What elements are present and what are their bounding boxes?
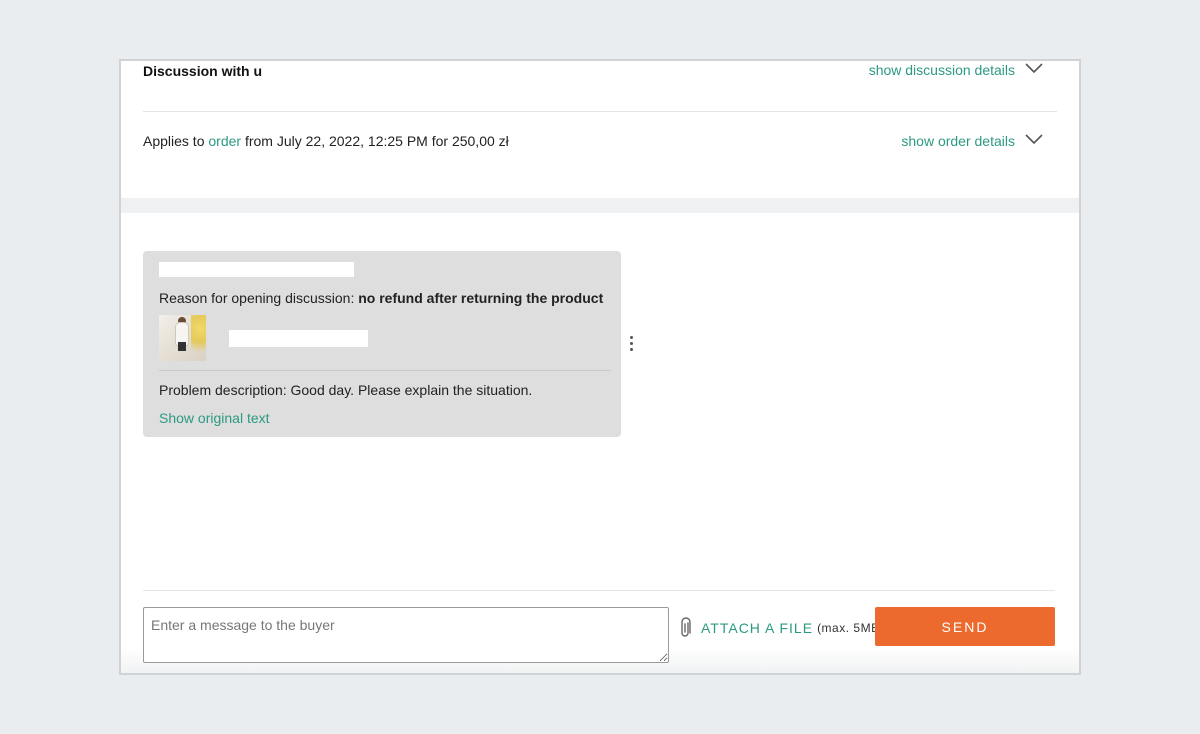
show-discussion-details-label: show discussion details — [868, 62, 1015, 78]
paperclip-icon — [681, 617, 691, 637]
show-original-text-link[interactable]: Show original text — [159, 410, 270, 426]
discussion-panel: Discussion with u show discussion detail… — [119, 59, 1081, 675]
order-link[interactable]: order — [208, 133, 241, 149]
show-order-details-label: show order details — [901, 133, 1015, 149]
order-applies-prefix: Applies to — [143, 133, 209, 149]
discussion-title: Discussion with u — [143, 63, 263, 79]
show-order-details-toggle[interactable]: show order details — [901, 132, 1043, 150]
kebab-menu-icon[interactable] — [626, 333, 638, 353]
attach-file-button[interactable]: ATTACH A FILE (max. 5MB) — [677, 617, 884, 639]
chevron-down-icon — [1025, 134, 1043, 145]
redacted-product-name — [229, 330, 368, 347]
chevron-down-icon — [1025, 63, 1043, 74]
discussion-header: Discussion with u show discussion detail… — [143, 61, 1057, 112]
reason-prefix: Reason for opening discussion: — [159, 290, 359, 306]
discussion-reason: Reason for opening discussion: no refund… — [159, 290, 603, 306]
order-applies-suffix: from July 22, 2022, 12:25 PM for 250,00 … — [241, 133, 509, 149]
product-thumbnail[interactable] — [159, 315, 206, 361]
section-divider — [121, 198, 1079, 213]
attach-file-label: ATTACH A FILE — [701, 620, 814, 636]
order-info-row: Applies to order from July 22, 2022, 12:… — [143, 112, 1057, 198]
show-discussion-details-toggle[interactable]: show discussion details — [869, 61, 1043, 79]
reason-value: no refund after returning the product — [358, 290, 604, 306]
composer-separator — [143, 590, 1055, 591]
order-applies-text: Applies to order from July 22, 2022, 12:… — [143, 133, 509, 149]
redacted-sender — [159, 262, 354, 277]
send-button[interactable]: SEND — [875, 607, 1055, 646]
bubble-separator — [159, 370, 611, 371]
problem-description: Problem description: Good day. Please ex… — [159, 382, 533, 398]
message-bubble: Reason for opening discussion: no refund… — [143, 251, 621, 437]
message-input[interactable] — [143, 607, 669, 663]
